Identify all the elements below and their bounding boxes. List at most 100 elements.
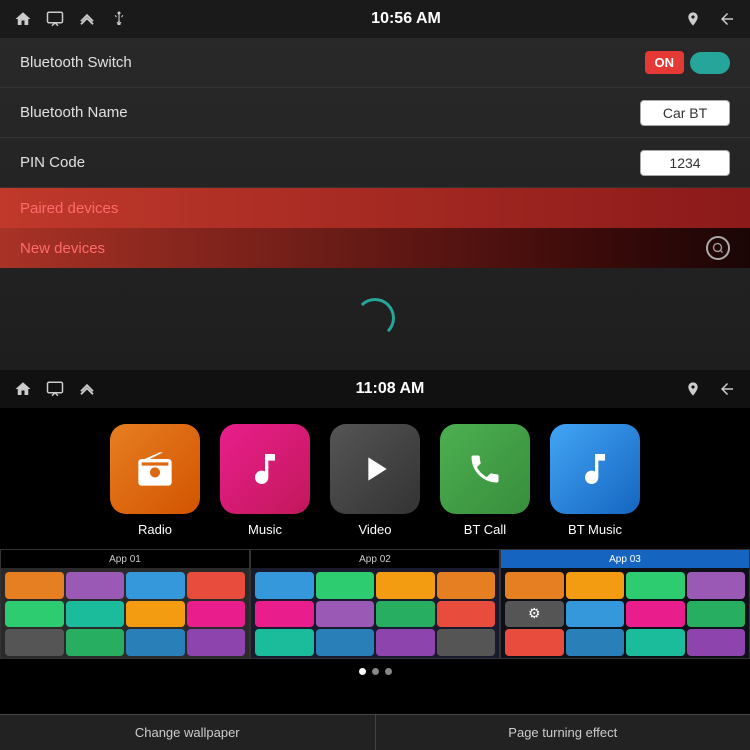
btcall-icon (440, 424, 530, 514)
paired-devices-label: Paired devices (20, 200, 118, 217)
toggle-on-label[interactable]: ON (645, 51, 685, 74)
video-label: Video (358, 522, 391, 537)
mini-icon (376, 629, 435, 656)
mini-icon (255, 601, 314, 628)
mini-icon (505, 629, 564, 656)
mini-icon (5, 572, 64, 599)
page-turning-effect-button[interactable]: Page turning effect (376, 715, 750, 750)
status-bar-icons-right (682, 8, 738, 30)
bluetooth-name-row: Bluetooth Name Car BT (0, 88, 750, 138)
mini-icon (626, 572, 685, 599)
bottom-location-icon (682, 378, 704, 400)
bottom-home-icon[interactable] (12, 378, 34, 400)
bluetooth-settings-panel: 10:56 AM Bluetooth Switch ON Bluetooth N… (0, 0, 750, 370)
dot-3[interactable] (385, 668, 392, 675)
search-icon[interactable] (706, 236, 730, 260)
btmusic-label: BT Music (568, 522, 622, 537)
mini-icon (187, 572, 246, 599)
app-btmusic[interactable]: BT Music (550, 424, 640, 537)
mini-icon (66, 601, 125, 628)
mini-icon: ⚙ (505, 601, 564, 628)
thumbnail-app02[interactable]: App 02 (250, 549, 500, 659)
mini-icon (66, 629, 125, 656)
bluetooth-switch-label: Bluetooth Switch (20, 54, 132, 71)
app-btcall[interactable]: BT Call (440, 424, 530, 537)
back-icon[interactable] (716, 8, 738, 30)
mini-icon (687, 601, 746, 628)
app-grid: Radio Music Video BT Call BT Music (0, 408, 750, 545)
thumb-app02-header: App 02 (251, 550, 499, 568)
mini-icon (5, 601, 64, 628)
thumb-app03-content: ⚙ (501, 568, 749, 659)
mini-icon (316, 572, 375, 599)
mini-icon (126, 601, 185, 628)
mini-icon (5, 629, 64, 656)
home-icon[interactable] (12, 8, 34, 30)
mini-icon (255, 629, 314, 656)
app-video[interactable]: Video (330, 424, 420, 537)
mini-icon (255, 572, 314, 599)
app-radio[interactable]: Radio (110, 424, 200, 537)
mini-icon (126, 572, 185, 599)
home-screen-panel: 11:08 AM Radio Music V (0, 370, 750, 750)
thumb-app01-header: App 01 (1, 550, 249, 568)
dot-1[interactable] (359, 668, 366, 675)
paired-devices-row[interactable]: Paired devices (0, 188, 750, 228)
radio-icon (110, 424, 200, 514)
bottom-status-icons-left (12, 378, 98, 400)
mini-icon (505, 572, 564, 599)
bottom-status-bar: 11:08 AM (0, 370, 750, 408)
bluetooth-name-label: Bluetooth Name (20, 104, 128, 121)
btmusic-icon (550, 424, 640, 514)
bottom-screen-icon[interactable] (44, 378, 66, 400)
bottom-action-bar: Change wallpaper Page turning effect (0, 714, 750, 750)
thumb-app03-header: App 03 (501, 550, 749, 568)
mini-icon (437, 629, 496, 656)
new-devices-label: New devices (20, 240, 105, 257)
location-icon (682, 8, 704, 30)
toggle-teal-indicator[interactable] (690, 52, 730, 74)
loading-spinner (355, 298, 395, 338)
page-turning-effect-label: Page turning effect (508, 725, 617, 740)
thumb-app01-content (1, 568, 249, 659)
mini-icon (66, 572, 125, 599)
new-devices-row[interactable]: New devices (0, 228, 750, 268)
pin-code-label: PIN Code (20, 154, 85, 171)
thumb-app02-content (251, 568, 499, 659)
status-bar-icons-left (12, 8, 130, 30)
thumbnail-row: App 01 App 02 (0, 549, 750, 659)
btcall-label: BT Call (464, 522, 506, 537)
mini-icon (187, 629, 246, 656)
thumbnail-app01[interactable]: App 01 (0, 549, 250, 659)
thumbnail-app03[interactable]: App 03 ⚙ (500, 549, 750, 659)
bottom-chevron-up-icon[interactable] (76, 378, 98, 400)
page-dots (0, 663, 750, 679)
top-status-bar: 10:56 AM (0, 0, 750, 38)
usb-icon (108, 8, 130, 30)
change-wallpaper-label: Change wallpaper (135, 725, 240, 740)
music-icon (220, 424, 310, 514)
mini-icon (437, 572, 496, 599)
pin-code-value[interactable]: 1234 (640, 150, 730, 176)
bluetooth-toggle-group[interactable]: ON (645, 51, 731, 74)
mini-icon (376, 572, 435, 599)
music-label: Music (248, 522, 282, 537)
mini-icon (316, 629, 375, 656)
mini-icon (566, 572, 625, 599)
mini-icon (126, 629, 185, 656)
chevron-up-icon[interactable] (76, 8, 98, 30)
dot-2[interactable] (372, 668, 379, 675)
change-wallpaper-button[interactable]: Change wallpaper (0, 715, 376, 750)
mini-icon (316, 601, 375, 628)
mini-icon (376, 601, 435, 628)
bottom-back-icon[interactable] (716, 378, 738, 400)
mini-icon (437, 601, 496, 628)
mini-icon (626, 601, 685, 628)
bluetooth-name-value[interactable]: Car BT (640, 100, 730, 126)
top-clock: 10:56 AM (371, 10, 441, 28)
app-music[interactable]: Music (220, 424, 310, 537)
screen-icon[interactable] (44, 8, 66, 30)
radio-label: Radio (138, 522, 172, 537)
mini-icon (566, 629, 625, 656)
pin-code-row: PIN Code 1234 (0, 138, 750, 188)
